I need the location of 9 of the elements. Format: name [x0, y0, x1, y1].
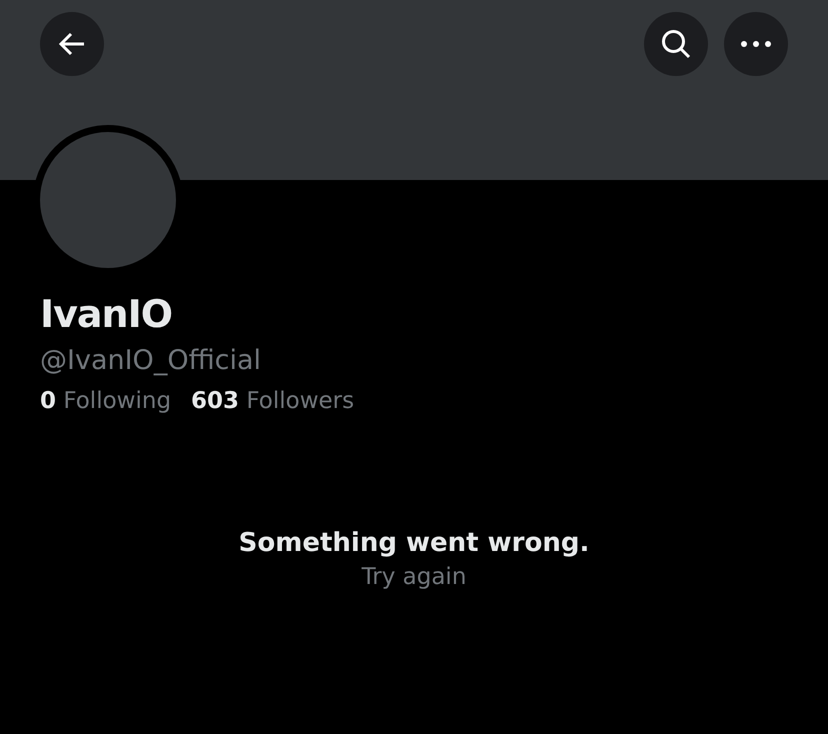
- more-icon: [741, 41, 771, 47]
- stat-link[interactable]: 603 Followers: [191, 385, 354, 417]
- user-handle: @IvanIO_Official: [40, 344, 262, 378]
- back-arrow-icon: [58, 32, 86, 56]
- display-name: IvanIO: [40, 291, 172, 338]
- search-icon: [661, 29, 691, 59]
- error-message: Something went wrong.: [238, 527, 590, 560]
- retry-link[interactable]: Try again: [362, 561, 466, 593]
- stat-link[interactable]: 0 Following: [40, 385, 172, 417]
